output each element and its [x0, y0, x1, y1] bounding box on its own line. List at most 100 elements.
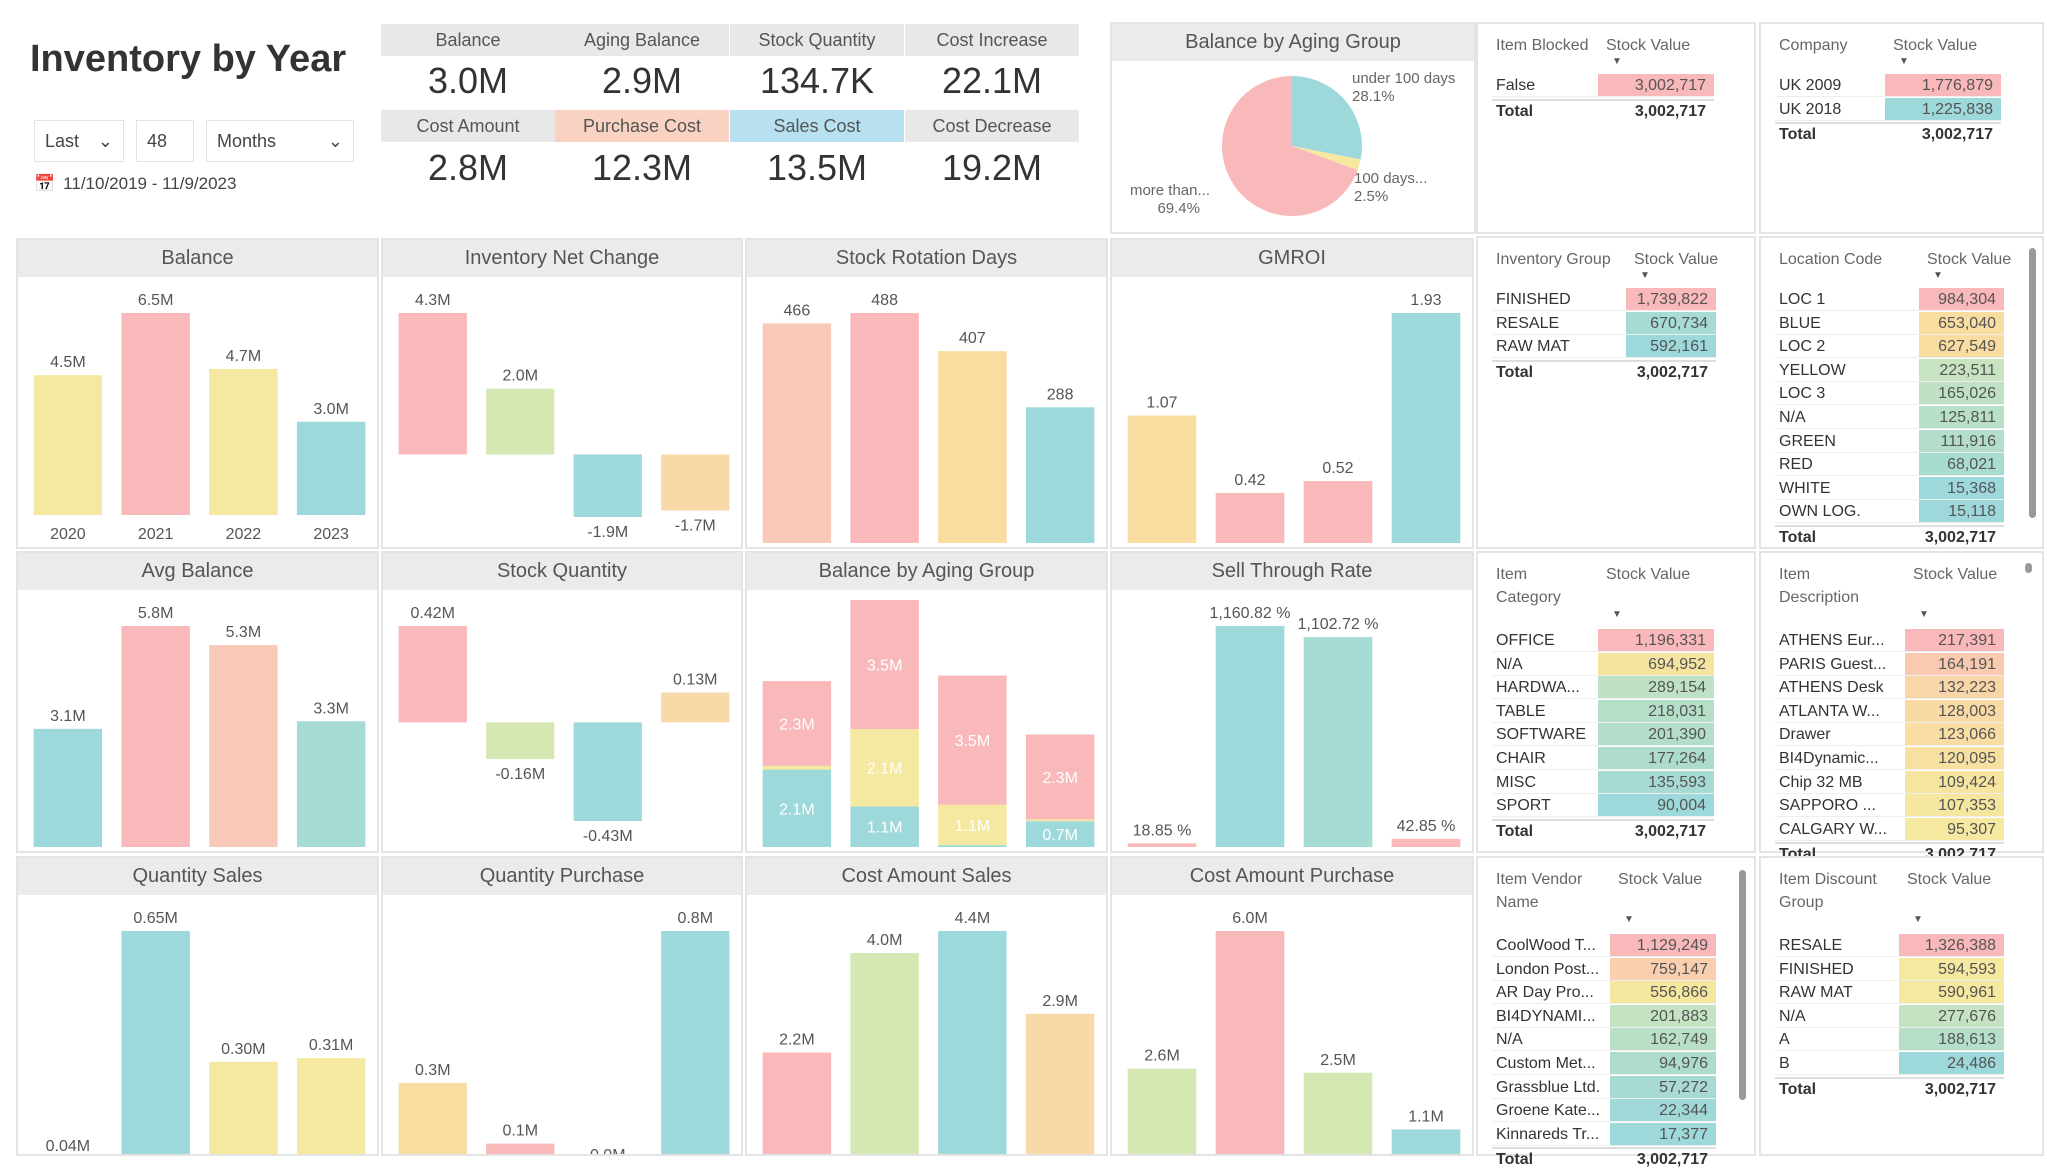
column-header-name[interactable]: Item Discount Group	[1779, 868, 1877, 914]
table-row[interactable]: SOFTWARE 201,390	[1492, 723, 1714, 747]
table-row[interactable]: Groene Kate... 22,344	[1492, 1099, 1716, 1123]
sort-desc-icon[interactable]: ▼	[1933, 270, 1943, 281]
table-row[interactable]: OWN LOG. 15,118	[1775, 500, 2004, 524]
table-row[interactable]: BI4Dynamic... 120,095	[1775, 747, 2004, 770]
bar[interactable]	[398, 626, 467, 723]
bar[interactable]	[762, 1052, 832, 1155]
bar[interactable]	[661, 454, 730, 511]
bar[interactable]	[33, 728, 103, 847]
bar[interactable]	[1303, 637, 1373, 847]
table-row[interactable]: RESALE 670,734	[1492, 311, 1716, 335]
bar[interactable]	[1215, 492, 1285, 543]
table-row[interactable]: MISC 135,593	[1492, 770, 1714, 794]
bar[interactable]	[850, 313, 919, 543]
bar[interactable]	[121, 931, 190, 1154]
bar[interactable]	[121, 626, 190, 847]
bar[interactable]	[209, 1061, 278, 1154]
table-row[interactable]: GREEN 111,916	[1775, 429, 2004, 453]
scrollbar[interactable]	[2025, 563, 2032, 573]
bar[interactable]	[1127, 415, 1197, 543]
relative-period-dropdown[interactable]: Last ⌄	[34, 120, 124, 162]
table-row[interactable]: BI4DYNAMI... 201,883	[1492, 1004, 1716, 1028]
table-row[interactable]: Custom Met... 94,976	[1492, 1052, 1716, 1075]
sort-desc-icon[interactable]: ▼	[1612, 609, 1622, 620]
bar[interactable]	[1391, 1129, 1461, 1154]
column-header-name[interactable]: Item Vendor Name	[1496, 868, 1582, 914]
column-header-stock-value[interactable]: Stock Value	[1913, 563, 1997, 586]
table-row[interactable]: N/A 162,749	[1492, 1028, 1716, 1052]
table-row[interactable]: FINISHED 1,739,822	[1492, 288, 1716, 311]
table-row[interactable]: FINISHED 594,593	[1775, 957, 2004, 981]
bar[interactable]	[1025, 1013, 1095, 1154]
column-header-name[interactable]: Item Description	[1779, 563, 1859, 609]
bar[interactable]	[296, 421, 366, 515]
column-header-stock-value[interactable]: Stock Value	[1893, 34, 1977, 57]
table-row[interactable]: A 188,613	[1775, 1028, 2004, 1052]
bar[interactable]	[398, 1082, 467, 1154]
table-row[interactable]: RAW MAT 590,961	[1775, 981, 2004, 1005]
bar[interactable]	[1391, 313, 1461, 543]
column-header-name[interactable]: Location Code	[1779, 248, 1882, 271]
bar[interactable]	[661, 931, 730, 1154]
bar[interactable]	[661, 692, 730, 723]
bar[interactable]	[573, 454, 642, 517]
column-header-stock-value[interactable]: Stock Value	[1907, 868, 1991, 891]
table-row[interactable]: YELLOW 223,511	[1775, 358, 2004, 382]
bar[interactable]	[296, 721, 366, 847]
sort-desc-icon[interactable]: ▼	[1640, 270, 1650, 281]
bar[interactable]	[209, 645, 278, 847]
table-row[interactable]: HARDWA... 289,154	[1492, 676, 1714, 700]
table-row[interactable]: LOC 1 984,304	[1775, 288, 2004, 311]
column-header-name[interactable]: Item Category	[1496, 563, 1561, 609]
bar[interactable]	[850, 953, 919, 1154]
table-row[interactable]: Grassblue Ltd. 57,272	[1492, 1075, 1716, 1099]
column-header-name[interactable]: Inventory Group	[1496, 248, 1611, 271]
table-row[interactable]: CHAIR 177,264	[1492, 747, 1714, 770]
table-row[interactable]: Drawer 123,066	[1775, 723, 2004, 747]
table-row[interactable]: OFFICE 1,196,331	[1492, 629, 1714, 652]
sort-desc-icon[interactable]: ▼	[1913, 914, 1923, 925]
table-row[interactable]: RAW MAT 592,161	[1492, 335, 1716, 359]
bar[interactable]	[398, 313, 467, 455]
table-row[interactable]: False 3,002,717	[1492, 74, 1714, 97]
bar[interactable]	[486, 388, 555, 455]
column-header-stock-value[interactable]: Stock Value	[1927, 248, 2011, 271]
column-header-name[interactable]: Item Blocked	[1496, 34, 1588, 57]
bar[interactable]	[1303, 481, 1373, 543]
table-row[interactable]: LOC 3 165,026	[1775, 382, 2004, 406]
sort-desc-icon[interactable]: ▼	[1612, 56, 1622, 67]
bar[interactable]	[1391, 838, 1461, 847]
table-row[interactable]: Chip 32 MB 109,424	[1775, 770, 2004, 794]
bar[interactable]	[1303, 1072, 1373, 1154]
table-row[interactable]: AR Day Pro... 556,866	[1492, 981, 1716, 1005]
table-row[interactable]: Kinnareds Tr... 17,377	[1492, 1122, 1716, 1146]
bar[interactable]	[1215, 626, 1285, 847]
table-row[interactable]: UK 2018 1,225,838	[1775, 97, 2001, 121]
table-row[interactable]: N/A 125,811	[1775, 406, 2004, 429]
table-row[interactable]: N/A 694,952	[1492, 652, 1714, 676]
bar[interactable]	[209, 368, 278, 515]
bar[interactable]	[573, 722, 642, 821]
stacked-bar-segment[interactable]	[1025, 819, 1095, 822]
table-row[interactable]: CoolWood T... 1,129,249	[1492, 934, 1716, 957]
table-row[interactable]: ATLANTA W... 128,003	[1775, 699, 2004, 723]
sort-desc-icon[interactable]: ▼	[1899, 56, 1909, 67]
table-row[interactable]: RED 68,021	[1775, 453, 2004, 477]
scrollbar[interactable]	[2029, 248, 2036, 518]
sort-desc-icon[interactable]: ▼	[1624, 914, 1634, 925]
column-header-name[interactable]: Company	[1779, 34, 1847, 57]
table-row[interactable]: SPORT 90,004	[1492, 794, 1714, 818]
bar[interactable]	[121, 313, 190, 515]
column-header-stock-value[interactable]: Stock Value	[1606, 34, 1690, 57]
sort-desc-icon[interactable]: ▼	[1919, 609, 1929, 620]
table-row[interactable]: N/A 277,676	[1775, 1004, 2004, 1028]
bar[interactable]	[486, 1143, 555, 1154]
bar[interactable]	[938, 931, 1007, 1154]
table-row[interactable]: SAPPORO ... 107,353	[1775, 794, 2004, 818]
bar[interactable]	[1127, 1068, 1197, 1154]
bar[interactable]	[1215, 931, 1285, 1154]
table-row[interactable]: WHITE 15,368	[1775, 476, 2004, 500]
bar[interactable]	[938, 351, 1007, 543]
table-row[interactable]: CALGARY W... 95,307	[1775, 817, 2004, 841]
scrollbar[interactable]	[1739, 870, 1746, 1100]
